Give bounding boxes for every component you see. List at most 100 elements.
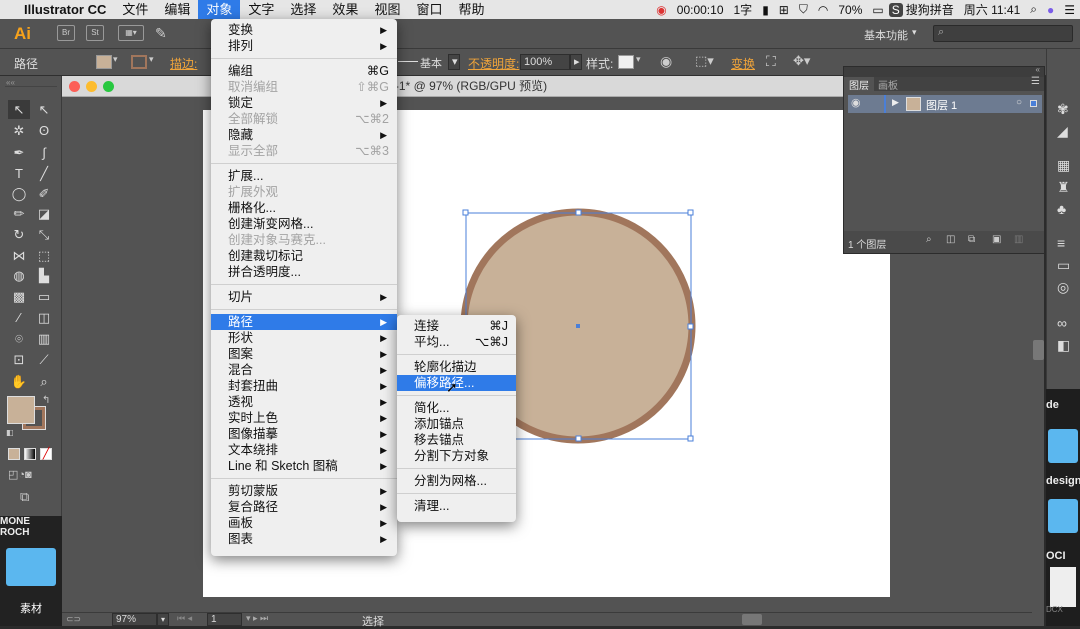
object-menu-item[interactable]: 透视 ▶ [211, 394, 397, 410]
object-menu-item[interactable]: 图案 ▶ [211, 346, 397, 362]
object-menu-item[interactable]: 封套扭曲 ▶ [211, 378, 397, 394]
gradient-tool-icon[interactable]: ▭ [33, 287, 55, 306]
handle-right[interactable] [687, 323, 694, 330]
path-menu-item[interactable]: 添加锚点 [397, 416, 516, 432]
tab-artboards[interactable]: 画板 [878, 77, 898, 92]
menu-object[interactable]: 对象 [198, 0, 241, 19]
curvature-tool-icon[interactable]: ∫ [33, 143, 55, 162]
default-colors-icon[interactable]: ◧ [6, 428, 14, 437]
lasso-tool-icon[interactable]: ʘ [33, 121, 55, 140]
opacity-dropdown[interactable]: ▸ [570, 54, 582, 70]
eraser-tool-icon[interactable]: ◪ [33, 204, 55, 223]
mesh-tool-icon[interactable]: ▩ [8, 287, 30, 306]
object-menu-item[interactable]: 画板 ▶ [211, 515, 397, 531]
object-menu-item[interactable]: 栅格化... [211, 200, 397, 216]
stroke-swatch[interactable] [131, 55, 147, 69]
brushes-icon[interactable]: ♜ [1057, 179, 1070, 196]
width-tool-icon[interactable]: ⋈ [8, 246, 30, 265]
spotlight-icon[interactable]: ⌕ [1025, 2, 1042, 17]
brush-icon[interactable]: ✎ [155, 25, 167, 42]
handle-top-right[interactable] [687, 209, 694, 216]
color-guide-icon[interactable]: ◢ [1057, 123, 1068, 140]
graph-tool-icon[interactable]: ▥ [33, 329, 55, 348]
menu-edit[interactable]: 编辑 [156, 0, 198, 19]
object-menu-item[interactable]: 隐藏 ▶ [211, 127, 397, 143]
object-menu-item[interactable]: 文本绕排 ▶ [211, 442, 397, 458]
status-icon[interactable]: ⊂⊃ [66, 614, 81, 625]
first-artboard-icon[interactable]: ⏮ ◂ [177, 613, 192, 624]
object-menu-item[interactable]: 全部解锁 ⌥⌘2 [211, 111, 397, 127]
object-menu-item[interactable]: 扩展外观 [211, 184, 397, 200]
visibility-eye-icon[interactable]: ◉ [851, 96, 861, 109]
handle-bottom-right[interactable] [687, 435, 694, 442]
screen-mode-icon[interactable]: ⧉ [20, 489, 29, 505]
menu-effect[interactable]: 效果 [324, 0, 366, 19]
color-panel-icon[interactable]: ✾ [1057, 101, 1069, 118]
color-mode-icon[interactable] [8, 448, 20, 460]
drawing-modes-icon[interactable]: ◰◔◙ [8, 468, 32, 481]
tab-layers[interactable]: 图层 [844, 77, 874, 92]
style-dropdown-icon[interactable]: ▾ [636, 54, 641, 65]
clipping-mask-icon[interactable]: ◫ [946, 234, 955, 245]
scale-tool-icon[interactable]: ⤡ [33, 225, 55, 244]
path-menu-item[interactable]: 轮廓化描边 [397, 359, 516, 375]
shield-icon[interactable]: ⛉ [794, 2, 813, 17]
stroke-label[interactable]: 描边: [170, 55, 197, 72]
document-icon[interactable] [1050, 567, 1076, 607]
none-mode-icon[interactable]: ╱ [40, 448, 52, 460]
next-artboard-icon[interactable]: ▾ ▸ ⏭ [246, 613, 268, 624]
libraries-icon[interactable]: ∞ [1057, 315, 1067, 331]
ime-logo-icon[interactable]: S [888, 2, 903, 17]
folder-icon-3[interactable] [1048, 499, 1078, 533]
expand-arrow-icon[interactable]: ▶ [892, 97, 899, 108]
notification-icon[interactable]: ☰ [1059, 3, 1080, 17]
zoom-window-icon[interactable] [103, 81, 114, 92]
stroke-style[interactable]: 基本 [420, 55, 442, 71]
bridge-button[interactable]: Br [57, 25, 75, 41]
record-icon[interactable]: ◉ [651, 3, 671, 17]
artboard-number-field[interactable]: 1 [207, 613, 242, 626]
object-menu-item[interactable]: 路径 ▶ [211, 314, 397, 330]
object-menu-item[interactable]: 取消编组 ⇧⌘G [211, 79, 397, 95]
handle-bottom[interactable] [575, 435, 582, 442]
locate-object-icon[interactable]: ⌕ [926, 234, 932, 245]
menu-help[interactable]: 帮助 [450, 0, 492, 19]
handle-top[interactable] [575, 209, 582, 216]
search-input[interactable]: ⌕ [933, 25, 1073, 42]
app-menu[interactable]: Illustrator CC [16, 0, 114, 19]
path-menu-item[interactable]: 分割下方对象 [397, 448, 516, 464]
pencil-tool-icon[interactable]: ✏ [8, 204, 30, 223]
stroke-panel-icon[interactable]: ≡ [1057, 235, 1065, 251]
stroke-dropdown-icon[interactable]: ▾ [149, 54, 154, 65]
style-swatch[interactable] [618, 55, 634, 69]
stroke-style-dropdown[interactable]: ▾ [448, 54, 460, 70]
artboard-tool-icon[interactable]: ⊡ [8, 350, 30, 369]
object-menu-item[interactable]: 锁定 ▶ [211, 95, 397, 111]
object-menu-item[interactable]: 切片 ▶ [211, 289, 397, 305]
shape-builder-tool-icon[interactable]: ◍ [8, 266, 30, 285]
object-menu-item[interactable]: 图像描摹 ▶ [211, 426, 397, 442]
close-window-icon[interactable] [69, 81, 80, 92]
layer-name[interactable]: 图层 1 [926, 97, 957, 113]
eyedropper-tool-icon[interactable]: ⁄ [8, 308, 30, 327]
siri-icon[interactable]: ● [1042, 3, 1059, 17]
object-menu-item[interactable]: 创建裁切标记 [211, 248, 397, 264]
battery-icon[interactable]: ▭ [867, 3, 888, 17]
zoom-dropdown[interactable]: ▾ [157, 613, 169, 626]
object-menu-item[interactable]: 实时上色 ▶ [211, 410, 397, 426]
folder-icon-2[interactable] [1048, 429, 1078, 463]
free-transform-tool-icon[interactable]: ⬚ [33, 246, 55, 265]
arrange-docs-button[interactable]: ▦▾ [118, 25, 144, 41]
mic-icon[interactable]: ▮ [757, 3, 774, 17]
symbol-sprayer-tool-icon[interactable]: ⌾ [8, 329, 30, 348]
rotate-tool-icon[interactable]: ↻ [8, 225, 30, 244]
gradient-panel-icon[interactable]: ▭ [1057, 257, 1070, 274]
object-menu-item[interactable]: 形状 ▶ [211, 330, 397, 346]
hand-tool-icon[interactable]: ✋ [8, 372, 30, 391]
path-menu-item[interactable]: 平均... ⌥⌘J [397, 334, 516, 350]
layers-panel-header[interactable]: « [844, 65, 1044, 77]
fill-swatch[interactable] [96, 55, 112, 69]
wifi-icon[interactable]: ◠ [813, 3, 833, 17]
ime-label[interactable]: 搜狗拼音 [906, 1, 959, 18]
new-layer-icon[interactable]: ▣ [992, 234, 1001, 245]
